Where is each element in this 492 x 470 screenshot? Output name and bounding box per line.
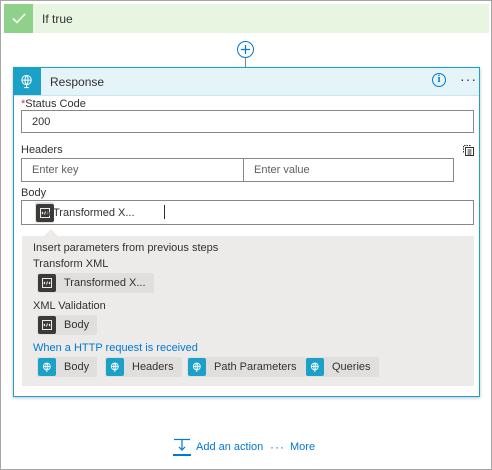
body-field[interactable]: Transformed X... ×: [21, 200, 474, 225]
text-cursor: [164, 205, 165, 219]
add-action-button[interactable]: Add an action: [172, 437, 263, 457]
dynamic-token[interactable]: Headers: [105, 357, 182, 377]
body-label: Body: [21, 187, 47, 199]
status-code-field[interactable]: 200: [21, 110, 474, 133]
headers-label: Headers: [21, 144, 63, 156]
globe-icon: [14, 68, 41, 95]
dynamic-token[interactable]: Body: [37, 315, 98, 335]
globe-icon: [38, 358, 56, 376]
copy-mode-icon[interactable]: [461, 143, 475, 160]
connector-line: [245, 58, 246, 67]
check-icon: [4, 4, 33, 33]
add-action-label: Add an action: [196, 441, 264, 453]
add-action-icon: [172, 437, 192, 457]
dynamic-token[interactable]: Queries: [305, 357, 379, 377]
dynamic-token[interactable]: Body: [37, 357, 98, 377]
more-button[interactable]: ··· More: [270, 437, 315, 457]
more-label: More: [290, 441, 316, 453]
add-step-icon[interactable]: [237, 41, 254, 58]
card-header[interactable]: Response i ···: [14, 68, 479, 96]
code-icon: [38, 316, 56, 334]
info-icon[interactable]: i: [432, 73, 446, 87]
globe-icon: [188, 358, 206, 376]
designer-canvas: If true Response i ··· *Status Code 200 …: [0, 0, 492, 470]
if-true-branch-header[interactable]: If true: [4, 4, 489, 33]
panel-caret: [44, 229, 58, 236]
code-icon: [38, 274, 56, 292]
token-remove-icon[interactable]: ×: [45, 207, 52, 221]
dynamic-content-prompt: Insert parameters from previous steps: [33, 242, 219, 254]
globe-icon: [106, 358, 124, 376]
more-dots-icon: ···: [270, 440, 285, 454]
status-code-label: *Status Code: [21, 98, 86, 110]
card-title: Response: [50, 75, 105, 89]
headers-key-field[interactable]: Enter key: [21, 158, 244, 182]
globe-icon: [306, 358, 324, 376]
dynamic-token[interactable]: Path Parameters: [187, 357, 305, 377]
dynamic-content-panel: Insert parameters from previous steps Tr…: [22, 236, 474, 386]
headers-value-field[interactable]: Enter value: [243, 158, 454, 182]
more-icon[interactable]: ···: [460, 71, 477, 87]
response-action-card: Response i ··· *Status Code 200 Headers …: [13, 67, 480, 397]
group-title: Transform XML: [33, 258, 109, 270]
body-token[interactable]: Transformed X... ×: [35, 202, 135, 223]
dynamic-token[interactable]: Transformed X...: [37, 273, 154, 293]
group-title: When a HTTP request is received: [33, 342, 198, 354]
branch-title: If true: [42, 12, 73, 26]
group-title: XML Validation: [33, 300, 106, 312]
